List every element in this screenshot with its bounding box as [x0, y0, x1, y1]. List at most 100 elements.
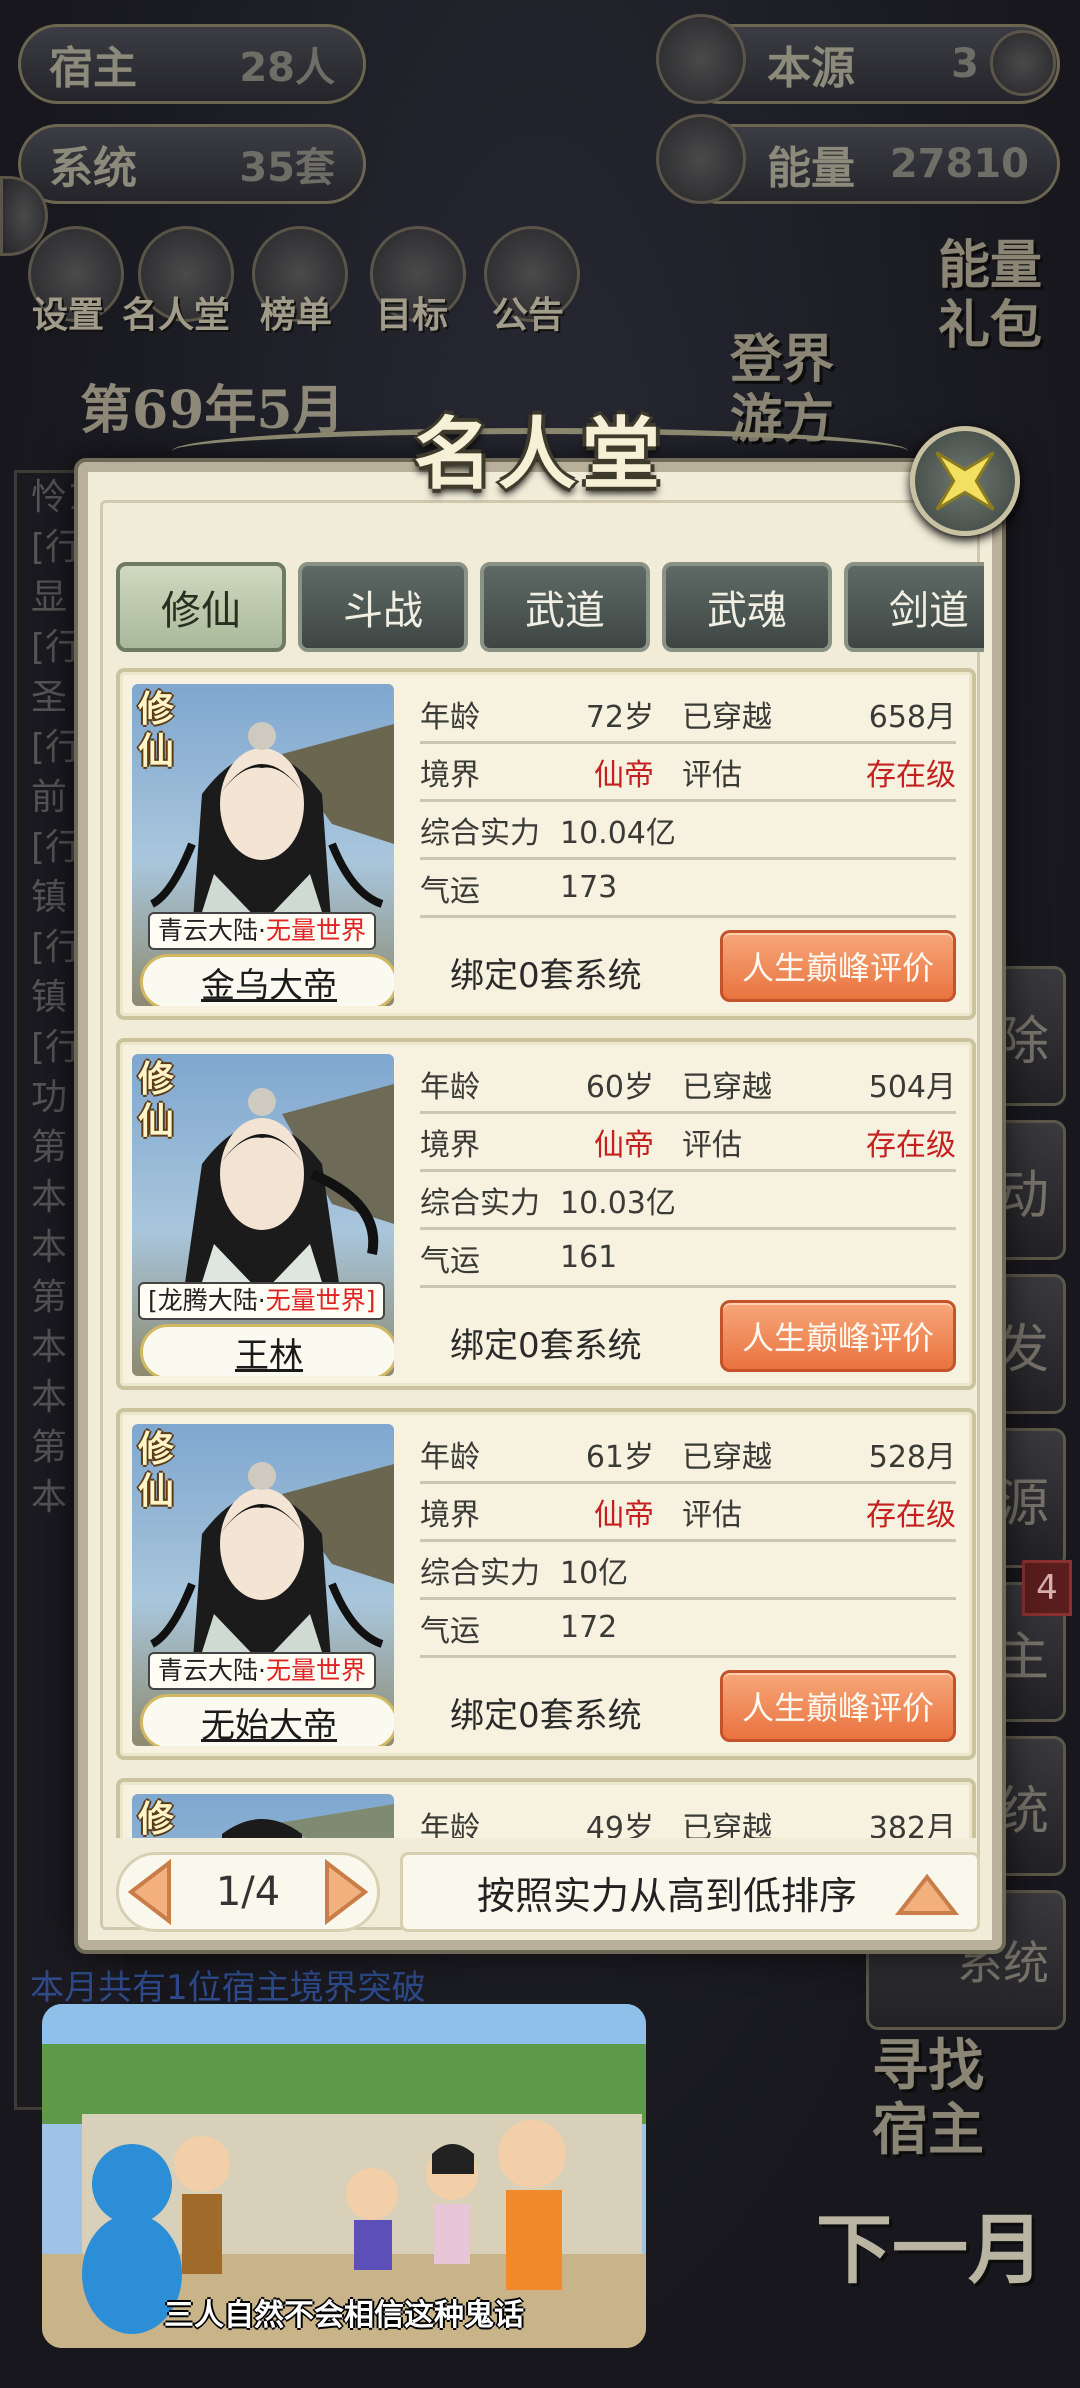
- target-label[interactable]: 目标: [376, 286, 448, 338]
- system-value: 35套: [239, 145, 335, 191]
- power-value: 10亿: [560, 1555, 629, 1591]
- system-count-stat[interactable]: 系统 35套: [18, 124, 366, 204]
- video-popup[interactable]: 三人自然不会相信这种鬼话: [42, 2004, 646, 2348]
- assess-label: 评估: [682, 757, 742, 793]
- origin-value: 3: [951, 41, 979, 87]
- page-navigator: 1/4: [116, 1852, 380, 1932]
- host-value: 28人: [239, 45, 335, 91]
- energy-value: 27810: [889, 141, 1029, 187]
- power-value: 10.03亿: [560, 1185, 676, 1221]
- energy-label: 能量: [767, 143, 855, 194]
- age-value: 60岁: [585, 1069, 654, 1105]
- tab-wuhun[interactable]: 武魂: [662, 562, 832, 652]
- crossed-value: 504月: [868, 1069, 956, 1105]
- power-label: 综合实力: [420, 1555, 540, 1591]
- origin-world-tag: 无量世界: [265, 916, 366, 945]
- cultivation-tag: 修仙: [138, 688, 175, 772]
- close-star-icon: [935, 451, 995, 511]
- host-count-stat[interactable]: 宿主 28人: [18, 24, 366, 104]
- hall-of-fame-label[interactable]: 名人堂: [122, 286, 230, 338]
- crossed-value: 528月: [868, 1439, 956, 1475]
- power-label: 综合实力: [420, 1185, 540, 1221]
- cultivation-tag: 修仙: [138, 1058, 175, 1142]
- realm-value: 仙帝: [594, 757, 654, 793]
- age-label: 年龄: [420, 1069, 480, 1105]
- power-value: 10.04亿: [560, 815, 676, 851]
- crossed-label: 已穿越: [682, 1811, 772, 1838]
- settings-label[interactable]: 设置: [32, 286, 104, 338]
- assess-label: 评估: [682, 1497, 742, 1533]
- crossed-value: 658月: [868, 699, 956, 735]
- origin-world-tag: 无量世界: [265, 1656, 366, 1685]
- bound-systems-text: 绑定0套系统: [450, 956, 642, 996]
- bound-systems-text: 绑定0套系统: [450, 1326, 642, 1366]
- power-label: 综合实力: [420, 815, 540, 851]
- life-peak-review-button[interactable]: 人生巅峰评价: [720, 1670, 956, 1742]
- character-name[interactable]: 无始大帝: [140, 1694, 394, 1746]
- tab-xiuxian[interactable]: 修仙: [116, 562, 286, 652]
- modal-title: 名人堂: [413, 409, 666, 500]
- tab-wudao[interactable]: 武道: [480, 562, 650, 652]
- announcement-label[interactable]: 公告: [492, 286, 564, 338]
- character-portrait[interactable]: 修仙: [132, 1794, 394, 1838]
- origin-world-name: 青云大陆·: [158, 916, 266, 945]
- origin-world: [龙腾大陆·无量世界]: [138, 1282, 386, 1320]
- luck-label: 气运: [420, 1613, 480, 1649]
- sort-label: 按照实力从高到低排序: [477, 1873, 858, 1918]
- character-portrait[interactable]: 修仙 青云大陆·无量世界 金乌大帝: [132, 684, 394, 1006]
- assess-value: 存在级: [866, 1497, 956, 1533]
- sort-up-triangle-icon: [895, 1873, 959, 1915]
- age-value: 61岁: [585, 1439, 654, 1475]
- origin-world-name: 青云大陆·: [158, 1656, 266, 1685]
- character-portrait[interactable]: 修仙 青云大陆·无量世界 无始大帝: [132, 1424, 394, 1746]
- age-label: 年龄: [420, 699, 480, 735]
- character-name[interactable]: 金乌大帝: [140, 954, 394, 1006]
- life-peak-review-button[interactable]: 人生巅峰评价: [720, 930, 956, 1002]
- luck-label: 气运: [420, 873, 480, 909]
- add-origin-button[interactable]: [990, 30, 1056, 96]
- character-stats: 年龄 49岁 已穿越 382月: [420, 1796, 956, 1838]
- crossed-label: 已穿越: [682, 1069, 772, 1105]
- age-label: 年龄: [420, 1439, 480, 1475]
- crossed-label: 已穿越: [682, 1439, 772, 1475]
- bind-row: 绑定0套系统 人生巅峰评价: [420, 930, 956, 1010]
- sort-button[interactable]: 按照实力从高到低排序: [400, 1852, 980, 1932]
- prev-page-icon[interactable]: [125, 1859, 175, 1925]
- notification-badge: 4: [1022, 1560, 1072, 1616]
- bound-systems-text: 绑定0套系统: [450, 1696, 642, 1736]
- character-stats: 年龄 61岁 已穿越 528月 境界 仙帝 评估 存在级 综合实力 10亿 气运: [420, 1426, 956, 1658]
- life-peak-review-button[interactable]: 人生巅峰评价: [720, 1300, 956, 1372]
- bind-row: 绑定0套系统 人生巅峰评价: [420, 1300, 956, 1380]
- character-portrait[interactable]: 修仙 [龙腾大陆·无量世界] 王林: [132, 1054, 394, 1376]
- search-host-button[interactable]: 寻找 宿主: [808, 2034, 1048, 2162]
- origin-world-name: [龙腾大陆·: [148, 1286, 266, 1315]
- cultivation-tag: 修仙: [138, 1428, 175, 1512]
- system-label: 系统: [49, 143, 137, 194]
- hall-of-fame-list[interactable]: 修仙 青云大陆·无量世界 金乌大帝 年龄 72岁 已穿越 658月 境界 仙帝 …: [116, 668, 984, 1838]
- video-subtitle: 三人自然不会相信这种鬼话: [164, 2298, 524, 2333]
- bind-row: 绑定0套系统 人生巅峰评价: [420, 1670, 956, 1750]
- list-item: 修仙 青云大陆·无量世界 无始大帝 年龄 61岁 已穿越 528月 境界 仙帝 …: [116, 1408, 976, 1760]
- realm-value: 仙帝: [594, 1127, 654, 1163]
- character-name[interactable]: 王林: [140, 1324, 394, 1376]
- modal-title-plate: 名人堂: [172, 388, 908, 508]
- realm-label: 境界: [420, 1127, 480, 1163]
- tab-douzhan[interactable]: 斗战: [298, 562, 468, 652]
- luck-label: 气运: [420, 1243, 480, 1279]
- luck-value: 161: [560, 1240, 618, 1275]
- assess-value: 存在级: [866, 1127, 956, 1163]
- next-month-button[interactable]: 下一月: [800, 2212, 1060, 2288]
- origin-world: 青云大陆·无量世界: [148, 1652, 376, 1690]
- list-item: 修仙 青云大陆·无量世界 金乌大帝 年龄 72岁 已穿越 658月 境界 仙帝 …: [116, 668, 976, 1020]
- host-label: 宿主: [49, 43, 137, 94]
- energy-pack-button[interactable]: 能量 礼包: [920, 236, 1060, 356]
- crossed-label: 已穿越: [682, 699, 772, 735]
- energy-orb-icon: [656, 114, 746, 204]
- leaderboard-label[interactable]: 榜单: [260, 286, 332, 338]
- assess-value: 存在级: [866, 757, 956, 793]
- age-value: 72岁: [585, 699, 654, 735]
- tab-jiandao[interactable]: 剑道: [844, 562, 984, 652]
- close-button[interactable]: [910, 426, 1020, 536]
- next-page-icon[interactable]: [321, 1859, 371, 1925]
- origin-world-tag: 无量世界]: [265, 1286, 376, 1315]
